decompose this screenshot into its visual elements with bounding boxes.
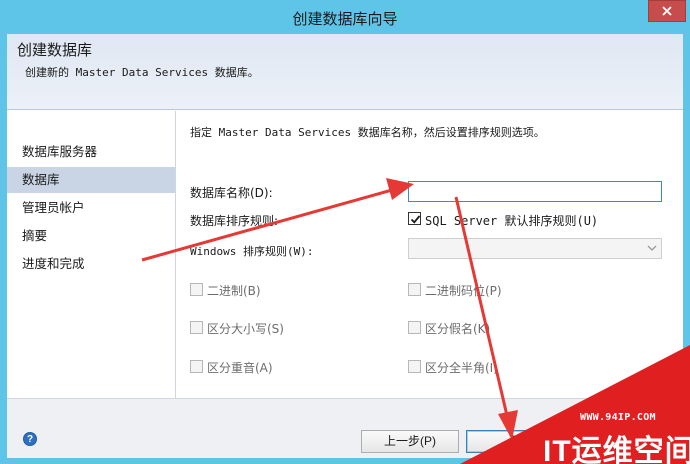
binary-label: 二进制(B) [207, 284, 261, 298]
wizard-window: 创建数据库向导 创建数据库 创建新的 Master Data Services … [0, 0, 690, 464]
width-sensitive-checkbox[interactable] [408, 360, 421, 373]
watermark-url: WWW.94IP.COM [580, 412, 656, 423]
windows-collation-select[interactable] [408, 238, 662, 259]
kana-sensitive-label: 区分假名(K) [425, 322, 491, 336]
kana-sensitive-checkbox[interactable] [408, 321, 421, 334]
title-bar[interactable]: 创建数据库向导 [0, 0, 690, 34]
case-sensitive-label: 区分大小写(S) [207, 322, 284, 336]
nav-item-database[interactable]: 数据库 [7, 167, 175, 193]
nav-item-summary[interactable]: 摘要 [7, 223, 175, 249]
binary-checkbox[interactable] [190, 283, 203, 296]
chevron-down-icon [647, 245, 657, 251]
sql-default-collation-checkbox[interactable] [408, 212, 421, 225]
binary-codepoint-checkbox[interactable] [408, 283, 421, 296]
accent-sensitive-label: 区分重音(A) [207, 361, 273, 375]
database-settings-panel: 指定 Master Data Services 数据库名称，然后设置排序规则选项… [177, 111, 683, 398]
window-border-right [683, 34, 690, 464]
instruction-text: 指定 Master Data Services 数据库名称，然后设置排序规则选项… [190, 126, 545, 139]
nav-item-database-server[interactable]: 数据库服务器 [7, 139, 175, 165]
watermark-brand: IT运维空间 [543, 435, 690, 464]
database-name-input[interactable] [408, 181, 662, 202]
binary-codepoint-label: 二进制码位(P) [425, 284, 502, 298]
collation-label: 数据库排序规则: [190, 214, 279, 228]
accent-sensitive-checkbox[interactable] [190, 360, 203, 373]
window-title: 创建数据库向导 [292, 10, 398, 28]
close-button[interactable] [648, 0, 686, 22]
checkmark-icon [410, 215, 421, 224]
sql-default-collation-label: SQL Server 默认排序规则(U) [425, 214, 599, 228]
back-button[interactable]: 上一步(P) [361, 430, 459, 453]
width-sensitive-label: 区分全半角(I) [425, 361, 498, 375]
nav-item-progress[interactable]: 进度和完成 [7, 251, 175, 277]
help-icon[interactable]: ? [23, 432, 37, 446]
wizard-steps-nav: 数据库服务器 数据库 管理员帐户 摘要 进度和完成 [7, 111, 176, 398]
wizard-client-area: 创建数据库 创建新的 Master Data Services 数据库。 数据库… [7, 34, 683, 458]
windows-collation-label: Windows 排序规则(W): [190, 245, 314, 258]
page-subtitle: 创建新的 Master Data Services 数据库。 [25, 66, 259, 79]
case-sensitive-checkbox[interactable] [190, 321, 203, 334]
wizard-header: 创建数据库 创建新的 Master Data Services 数据库。 [7, 34, 683, 110]
database-name-label: 数据库名称(D): [190, 186, 273, 200]
close-icon [662, 6, 672, 16]
page-title: 创建数据库 [17, 41, 93, 59]
nav-item-admin-account[interactable]: 管理员帐户 [7, 195, 175, 221]
